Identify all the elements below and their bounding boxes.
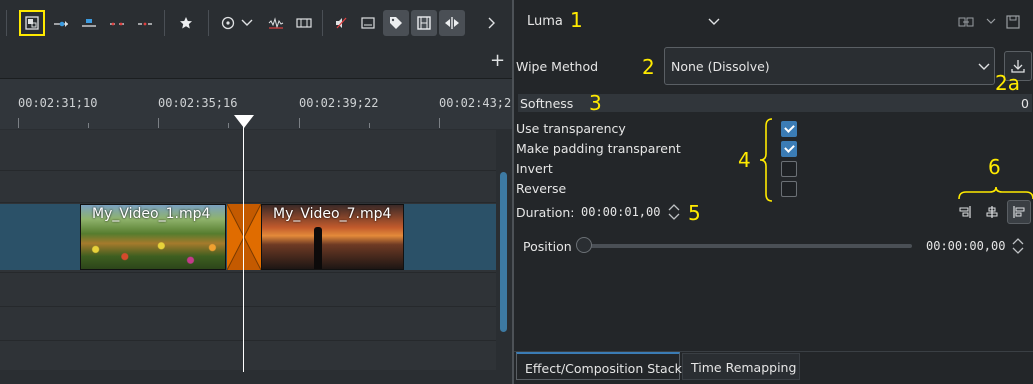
timeline-toolbar [0,0,512,49]
link-icon[interactable] [958,16,974,28]
softness-value: 0 [1021,96,1029,111]
scrollbar-thumb[interactable] [500,172,507,332]
position-spinner-icon[interactable] [1012,236,1024,256]
annotation-2: 2 [642,55,655,79]
ruler-tick [369,123,370,128]
position-slider[interactable] [580,244,912,248]
playhead-line[interactable] [243,124,244,372]
softness-label: Softness [520,96,574,111]
wipe-method-label: Wipe Method [516,59,599,74]
align-left-button[interactable] [954,201,976,223]
clip-name: My_Video_7.mp4 [273,206,392,222]
reverse-checkbox[interactable] [781,181,797,197]
video-track-icon[interactable] [411,10,437,36]
position-label: Position [523,239,572,254]
ruler-tick [439,118,440,128]
clip-name: My_Video_1.mp4 [92,206,211,222]
composition-transition[interactable] [227,204,261,270]
annotation-2a: 2a [995,71,1020,95]
audio-track-icon[interactable] [439,10,465,36]
extract-icon[interactable] [132,10,158,36]
audio-waveform-icon[interactable] [263,10,289,36]
checkbox-label-reverse: Reverse [516,181,567,196]
lift-icon[interactable] [76,10,102,36]
chevron-down-icon [978,63,990,70]
timeline-subbar: + [0,48,512,79]
checkbox-label-padding-transparent: Make padding transparent [516,141,681,156]
ruler-timecode: 00:02:43;28 [439,96,512,110]
padding-transparent-checkbox[interactable] [781,141,797,157]
star-icon[interactable] [173,10,199,36]
use-transparency-checkbox[interactable] [781,121,797,137]
align-center-icon [986,206,998,218]
toolbar-separator [6,10,7,36]
align-left-icon [959,206,971,218]
add-track-button[interactable]: + [490,50,505,71]
insert-icon[interactable] [48,10,74,36]
split-icon[interactable] [104,10,130,36]
annotation-5: 5 [688,201,701,225]
tab-label: Time Remapping [691,360,797,375]
more-icon[interactable] [482,10,502,36]
track-divider [0,202,496,203]
ruler-tick [299,118,300,128]
timeline-panel: + 00:02:31;10 00:02:35;16 00:02:39;22 00… [0,0,512,384]
track-divider [0,272,496,273]
ruler-tick [88,123,89,128]
toolbar-separator [322,10,323,36]
align-right-button[interactable] [1007,200,1031,224]
annotation-3: 3 [589,91,602,115]
ruler-timecode: 00:02:39;22 [299,96,379,110]
position-slider-handle[interactable] [576,237,592,253]
track-divider [0,340,496,341]
mute-icon[interactable] [328,10,354,36]
video-clip-2[interactable]: My_Video_7.mp4 [261,204,404,270]
annotation-brace-6 [958,186,1033,200]
composition-icon[interactable] [19,10,45,36]
checkbox-label-use-transparency: Use transparency [516,121,626,136]
annotation-6: 6 [988,155,1001,179]
align-center-button[interactable] [981,201,1003,223]
ruler-tick [158,118,159,128]
wipe-method-select[interactable]: None (Dissolve) [664,47,995,85]
composition-name: Luma [527,14,563,29]
annotation-4: 4 [738,148,751,172]
chevron-down-icon[interactable] [986,18,996,25]
clip-thumbnail [81,235,225,269]
playhead-handle[interactable] [234,115,254,129]
tab-label: Effect/Composition Stack [525,361,682,376]
checkbox-label-invert: Invert [516,161,553,176]
duration-field[interactable]: 00:00:01,00 [581,205,660,219]
position-field[interactable]: 00:00:00,00 [926,239,1005,253]
ruler-tick [228,123,229,128]
align-right-icon [1013,206,1025,218]
film-icon[interactable] [291,10,317,36]
video-clip-1[interactable]: My_Video_1.mp4 [80,204,226,270]
duration-spinner-icon[interactable] [668,202,680,222]
invert-checkbox[interactable] [781,161,797,177]
ruler-timecode: 00:02:31;10 [18,96,98,110]
ruler-tick [18,118,19,128]
composition-properties-panel: Luma 1 Wipe Method 2 None (Dissolve) 2a … [512,0,1033,384]
tag-icon[interactable] [383,10,409,36]
chevron-down-icon[interactable] [239,10,255,36]
toolbar-separator [164,10,165,36]
toolbar-separator [208,10,209,36]
save-preset-icon[interactable] [1006,15,1020,29]
tab-time-remapping[interactable]: Time Remapping [682,353,800,380]
annotation-brace-4 [759,118,773,202]
annotation-1: 1 [570,8,583,32]
record-icon[interactable] [215,10,241,36]
subtitle-icon[interactable] [355,10,381,36]
tab-effect-composition-stack[interactable]: Effect/Composition Stack [516,352,682,380]
wipe-method-value: None (Dissolve) [671,59,770,74]
clip-thumbnail [314,227,322,269]
duration-label: Duration: [516,205,575,220]
chevron-down-icon[interactable] [708,18,720,26]
ruler-timecode: 00:02:35;16 [158,96,238,110]
track-divider [0,306,496,307]
track-divider [0,170,496,171]
